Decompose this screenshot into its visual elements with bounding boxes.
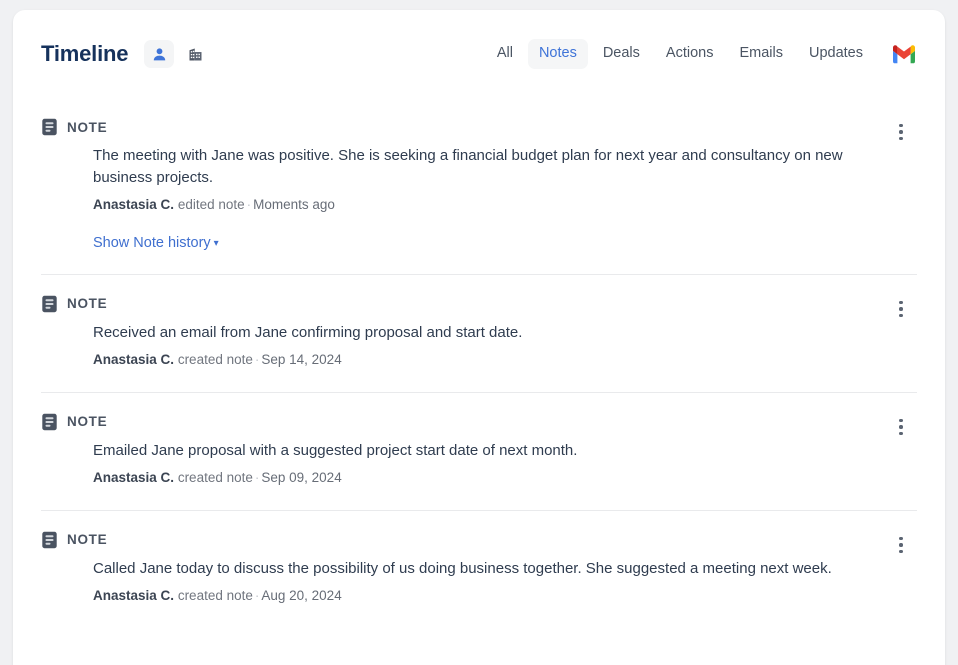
entry-type-label: NOTE <box>67 119 108 135</box>
page-root: Timeline All Notes Deals Actions Emails … <box>0 0 958 665</box>
entry-action: edited note <box>177 197 245 213</box>
entry-type-label: NOTE <box>67 296 108 312</box>
tab-deals[interactable]: Deals <box>592 39 651 68</box>
tab-updates[interactable]: Updates <box>798 39 874 68</box>
timeline-entry: NOTE Emailed Jane proposal with a sugges… <box>41 393 917 511</box>
gmail-icon <box>892 44 916 63</box>
entry-text: Called Jane today to discuss the possibi… <box>93 559 832 577</box>
note-icon <box>42 118 57 136</box>
timeline-entry: NOTE Called Jane today to discuss the po… <box>41 511 917 628</box>
kebab-dot <box>899 418 903 423</box>
kebab-dot <box>899 549 903 554</box>
tab-notes[interactable]: Notes <box>527 39 588 69</box>
chevron-down-icon: ▾ <box>213 237 219 249</box>
note-icon <box>42 531 57 549</box>
kebab-dot <box>899 425 903 429</box>
entry-body: Called Jane today to discuss the possibi… <box>41 558 917 606</box>
entry-author: Anastasia C. <box>93 469 175 485</box>
entry-text: Emailed Jane proposal with a suggested p… <box>93 441 578 459</box>
entry-body: The meeting with Jane was positive. She … <box>41 145 917 252</box>
entry-date: Sep 14, 2024 <box>261 352 342 368</box>
kebab-dot <box>899 136 903 141</box>
gmail-integration-button[interactable] <box>890 40 918 68</box>
kebab-dot <box>899 307 903 311</box>
kebab-dot <box>899 431 903 436</box>
entry-action: created note <box>177 469 253 485</box>
entry-header: NOTE <box>41 295 917 313</box>
show-note-history-label: Show Note history <box>93 234 211 251</box>
timeline-header: Timeline All Notes Deals Actions Emails … <box>13 10 945 98</box>
person-toggle-button[interactable] <box>144 40 175 68</box>
entry-more-options-button[interactable] <box>889 415 913 439</box>
timeline-filter-tabs: All Notes Deals Actions Emails Updates <box>486 39 874 69</box>
kebab-dot <box>899 123 903 128</box>
entry-text: Received an email from Jane confirming p… <box>93 323 523 341</box>
entry-meta: Anastasia C. created note · Sep 09, 2024 <box>93 469 857 488</box>
note-icon <box>42 413 57 431</box>
tab-emails[interactable]: Emails <box>728 39 794 68</box>
entry-author: Anastasia C. <box>93 587 175 603</box>
entry-header: NOTE <box>41 118 917 136</box>
person-icon <box>153 47 165 60</box>
entry-date: Moments ago <box>253 197 335 213</box>
entry-body: Emailed Jane proposal with a suggested p… <box>41 440 917 488</box>
entry-more-options-button[interactable] <box>889 533 913 557</box>
note-icon <box>42 295 57 313</box>
kebab-dot <box>899 130 903 134</box>
entry-author: Anastasia C. <box>93 352 175 368</box>
entry-action: created note <box>177 587 253 603</box>
entry-action: created note <box>177 352 253 368</box>
building-icon <box>189 48 202 60</box>
entry-header: NOTE <box>41 413 917 431</box>
company-toggle-button[interactable] <box>180 40 210 68</box>
timeline-list: NOTE The meeting with Jane was positive.… <box>13 98 945 628</box>
kebab-dot <box>899 300 903 305</box>
entry-author: Anastasia C. <box>93 197 175 213</box>
entry-type-label: NOTE <box>67 414 108 430</box>
entry-meta: Anastasia C. created note · Sep 14, 2024 <box>93 351 857 370</box>
entry-date: Aug 20, 2024 <box>261 587 342 603</box>
entry-meta: Anastasia C. edited note · Moments ago <box>93 196 857 215</box>
timeline-entry: NOTE The meeting with Jane was positive.… <box>41 98 917 275</box>
entity-toggle-group <box>144 40 210 68</box>
entry-header: NOTE <box>41 531 917 549</box>
entry-type-label: NOTE <box>67 532 108 548</box>
show-note-history-link[interactable]: Show Note history ▾ <box>93 235 219 251</box>
entry-more-options-button[interactable] <box>889 120 913 144</box>
timeline-card: Timeline All Notes Deals Actions Emails … <box>13 10 945 665</box>
entry-text: The meeting with Jane was positive. She … <box>93 147 843 187</box>
tab-actions[interactable]: Actions <box>655 39 725 68</box>
entry-meta-separator: · <box>246 197 252 213</box>
entry-more-options-button[interactable] <box>889 297 913 321</box>
tab-all[interactable]: All <box>486 39 524 68</box>
entry-date: Sep 09, 2024 <box>261 469 342 485</box>
timeline-entry: NOTE Received an email from Jane confirm… <box>41 275 917 393</box>
kebab-dot <box>899 313 903 318</box>
kebab-dot <box>899 536 903 541</box>
kebab-dot <box>899 543 903 547</box>
entry-meta: Anastasia C. created note · Aug 20, 2024 <box>93 587 857 606</box>
entry-body: Received an email from Jane confirming p… <box>41 322 917 370</box>
page-title: Timeline <box>41 41 129 66</box>
